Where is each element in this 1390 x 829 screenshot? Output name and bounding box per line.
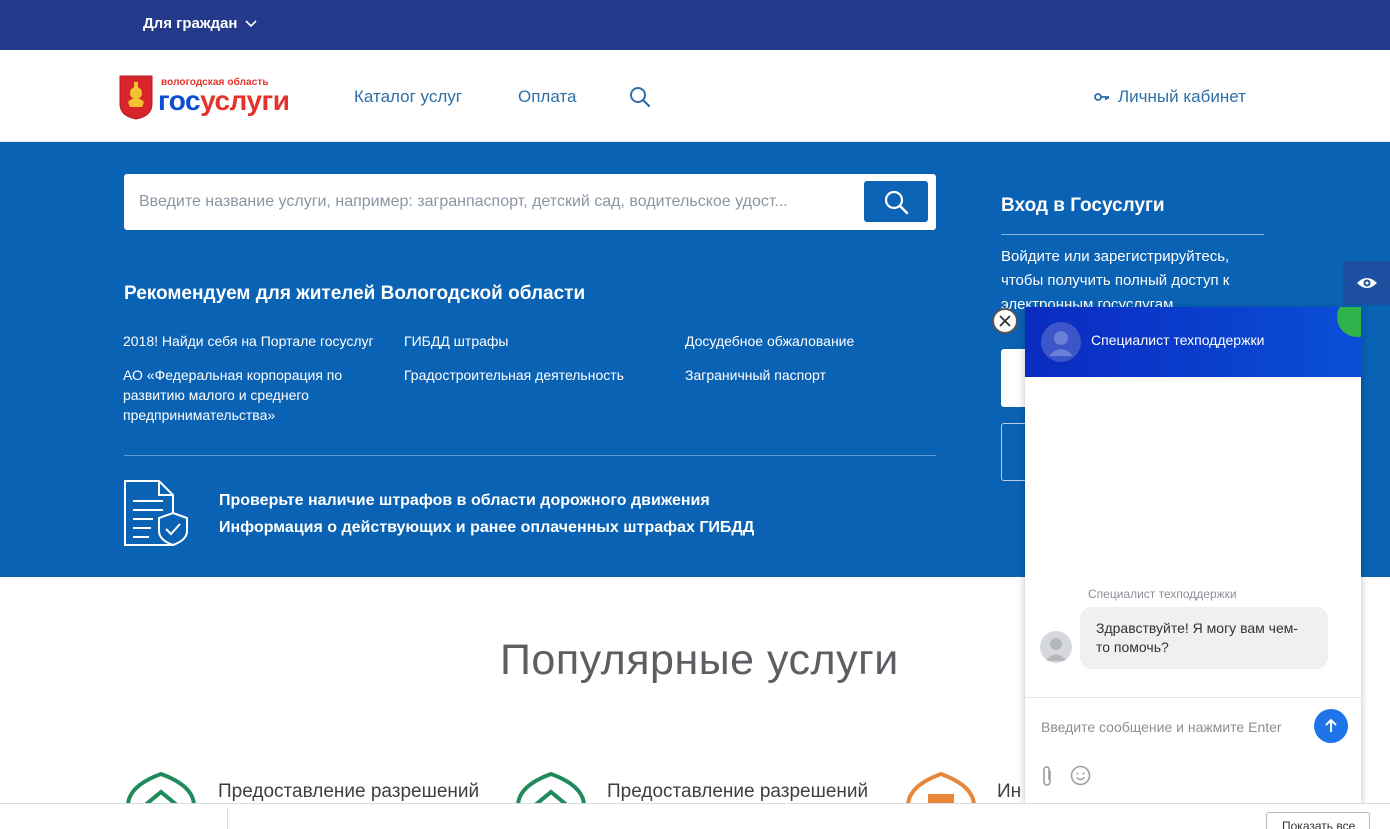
- downloads-bar: Показать все: [0, 803, 1390, 829]
- fines-document-icon: [124, 480, 188, 547]
- logo-brand-gos: гос: [158, 85, 201, 116]
- rec-link-portal-2018[interactable]: 2018! Найди себя на Портале госуслуг: [123, 331, 393, 351]
- online-status-indicator: [1337, 307, 1361, 337]
- chat-message-input[interactable]: [1041, 712, 1311, 742]
- popular-services-title: Популярные услуги: [500, 636, 899, 684]
- logo-brand: госуслуги: [158, 85, 290, 116]
- personal-cabinet-label: Личный кабинет: [1118, 87, 1246, 106]
- search-button[interactable]: [864, 181, 928, 222]
- rec-link-pretrial-appeal[interactable]: Досудебное обжалование: [685, 331, 935, 351]
- chat-divider: [1025, 697, 1361, 698]
- service-search-input[interactable]: [139, 174, 854, 230]
- logo-brand-uslugi: услуги: [200, 85, 290, 116]
- popular-service-2[interactable]: Предоставление разрешений: [607, 781, 868, 803]
- chevron-down-icon: [245, 19, 258, 27]
- nav-payment-link[interactable]: Оплата: [518, 87, 576, 107]
- chat-header: Специалист техподдержки: [1025, 307, 1361, 377]
- chat-send-button[interactable]: [1314, 709, 1348, 743]
- rec-link-sme-corporation[interactable]: АО «Федеральная корпорация по развитию м…: [123, 365, 353, 425]
- recommend-title: Рекомендуем для жителей Вологодской обла…: [124, 283, 586, 304]
- support-chat-widget: Специалист техподдержки Специалист техпо…: [1025, 307, 1361, 803]
- user-icon: [1045, 638, 1067, 661]
- site-header: вологодская область госуслуги Каталог ус…: [0, 50, 1390, 142]
- rec-link-foreign-passport[interactable]: Заграничный паспорт: [685, 365, 935, 385]
- message-bubble: Здравствуйте! Я могу вам чем-то помочь?: [1080, 607, 1328, 669]
- message-avatar: [1040, 631, 1072, 663]
- search-icon: [884, 190, 909, 214]
- emoji-icon[interactable]: [1070, 765, 1091, 786]
- login-divider: [1001, 234, 1264, 235]
- eye-icon: [1356, 278, 1377, 288]
- hero-divider: [124, 455, 936, 456]
- for-citizens-label: Для граждан: [143, 15, 238, 32]
- user-icon: [1049, 331, 1073, 356]
- rec-link-urban-planning[interactable]: Градостроительная деятельность: [404, 365, 664, 385]
- rec-link-gibdd-fines[interactable]: ГИБДД штрафы: [404, 331, 664, 351]
- popular-service-1[interactable]: Предоставление разрешений: [218, 781, 479, 803]
- arrow-up-icon: [1325, 718, 1337, 732]
- paperclip-icon[interactable]: [1040, 765, 1054, 787]
- gosuslugi-logo[interactable]: вологодская область госуслуги: [118, 74, 308, 122]
- agent-avatar: [1041, 322, 1081, 362]
- search-icon[interactable]: [628, 85, 652, 109]
- fines-check-link[interactable]: Проверьте наличие штрафов в области доро…: [219, 492, 710, 510]
- nav-catalog-link[interactable]: Каталог услуг: [354, 87, 462, 107]
- downloads-separator: [227, 808, 228, 829]
- key-icon: [1094, 93, 1109, 101]
- top-bar: Для граждан: [0, 0, 1390, 50]
- close-icon: [999, 315, 1011, 327]
- for-citizens-dropdown[interactable]: Для граждан: [143, 15, 258, 32]
- personal-cabinet-link[interactable]: Личный кабинет: [1094, 87, 1246, 107]
- show-all-downloads-button[interactable]: Показать все: [1266, 812, 1370, 829]
- coat-of-arms-icon: [119, 75, 153, 120]
- login-title: Вход в Госуслуги: [1001, 195, 1165, 216]
- popular-service-3[interactable]: Ин: [997, 781, 1021, 803]
- message-author: Специалист техподдержки: [1088, 587, 1237, 601]
- chat-agent-name: Специалист техподдержки: [1091, 332, 1265, 348]
- login-description: Войдите или зарегистрируйтесь, чтобы пол…: [1001, 248, 1230, 313]
- chat-close-button[interactable]: [992, 308, 1018, 334]
- service-search: [124, 174, 936, 230]
- fines-info-link[interactable]: Информация о действующих и ранее оплачен…: [219, 519, 754, 537]
- accessibility-toggle[interactable]: [1343, 261, 1390, 305]
